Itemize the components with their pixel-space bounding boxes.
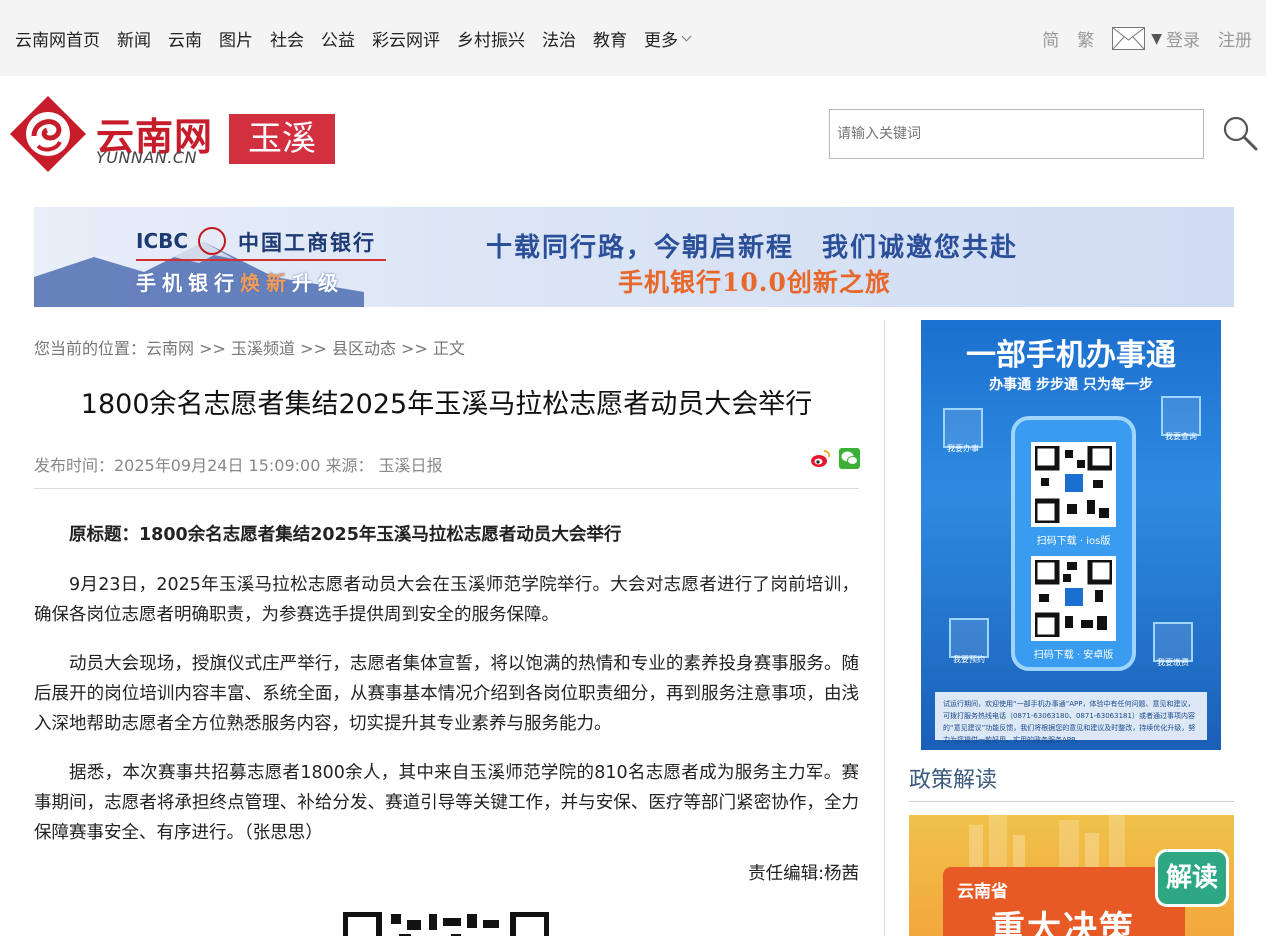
search-input[interactable] bbox=[829, 109, 1204, 159]
top-nav: 云南网首页 新闻 云南 图片 社会 公益 彩云网评 乡村振兴 法治 教育 更多 bbox=[15, 26, 707, 51]
ad-button-handle-affairs bbox=[943, 408, 983, 448]
policy-interpretation-banner[interactable]: 云南省 重大决策 解读 bbox=[909, 815, 1234, 936]
ad-button-query bbox=[1161, 396, 1201, 436]
site-logo[interactable]: 云南网 YUNNAN.CN 玉溪 bbox=[8, 94, 338, 176]
qr-code-icon bbox=[1031, 556, 1116, 641]
sidebar-app-ad[interactable]: 一部手机办事通 办事通 步步通 只为每一步 我要办事 我要查询 我要预约 我要缴… bbox=[921, 320, 1221, 750]
breadcrumb[interactable]: 您当前的位置：云南网 >> 玉溪频道 >> 县区动态 >> 正文 bbox=[34, 335, 465, 359]
upgrade-post: 升级 bbox=[292, 271, 344, 295]
responsible-editor: 责任编辑:杨茜 bbox=[748, 864, 859, 884]
meta-divider bbox=[34, 488, 859, 489]
policy-section-divider bbox=[909, 801, 1234, 802]
policy-province: 云南省 bbox=[957, 882, 1008, 902]
banner-upgrade-text: 手机银行焕新升级 bbox=[136, 267, 344, 296]
icbc-text: ICBC bbox=[136, 229, 189, 253]
article-paragraph: 据悉，本次赛事共招募志愿者1800余人，其中来自玉溪师范学院的810名志愿者成为… bbox=[34, 763, 859, 843]
article-paragraph: 动员大会现场，授旗仪式庄严举行，志愿者集体宣誓，将以饱满的热情和专业的素养投身赛… bbox=[34, 654, 859, 734]
chevron-down-icon bbox=[681, 31, 692, 42]
nav-item-more[interactable]: 更多 bbox=[644, 26, 692, 51]
nav-item-home[interactable]: 云南网首页 bbox=[15, 26, 100, 51]
register-link[interactable]: 注册 bbox=[1218, 26, 1252, 51]
upgrade-highlight: 焕新 bbox=[240, 271, 292, 295]
qr-code-icon bbox=[1031, 442, 1116, 527]
nav-item-rural[interactable]: 乡村振兴 bbox=[457, 26, 525, 51]
nav-item-law[interactable]: 法治 bbox=[542, 26, 576, 51]
top-right-tools: 简 繁 ▼ 登录 注册 bbox=[1024, 26, 1252, 51]
icbc-banner-ad[interactable]: ICBC 中国工商银行 手机银行焕新升级 十载同行路，今朝启新程 我们诚邀您共赴… bbox=[34, 207, 1234, 307]
article-body: 原标题：1800余名志愿者集结2025年玉溪马拉松志愿者动员大会举行 9月23日… bbox=[34, 520, 859, 867]
policy-headline: 重大决策 bbox=[991, 909, 1135, 936]
article-meta: 发布时间：2025年09月24日 15:09:00 来源： 玉溪日报 bbox=[34, 456, 443, 475]
nav-item-charity[interactable]: 公益 bbox=[321, 26, 355, 51]
nav-item-education[interactable]: 教育 bbox=[593, 26, 627, 51]
share-buttons bbox=[810, 448, 860, 469]
ad-title: 一部手机办事通 bbox=[966, 338, 1176, 373]
search-icon[interactable] bbox=[1222, 115, 1258, 151]
ad-footer-text: 试运行期间，欢迎使用“一部手机办事通”APP，体验中有任何问题、意见和建议，可拨… bbox=[943, 700, 1196, 744]
simplified-chinese-link[interactable]: 简 bbox=[1042, 26, 1059, 51]
banner-slogan: 十载同行路，今朝启新程 我们诚邀您共赴 bbox=[486, 233, 1019, 263]
nav-item-news[interactable]: 新闻 bbox=[117, 26, 151, 51]
ad-subtitle: 办事通 步步通 只为每一步 bbox=[989, 377, 1153, 393]
article-paragraph: 9月23日，2025年玉溪马拉松志愿者动员大会在玉溪师范学院举行。大会对志愿者进… bbox=[34, 575, 859, 625]
caret-down-icon[interactable]: ▼ bbox=[1151, 31, 1162, 47]
nav-more-label: 更多 bbox=[644, 31, 678, 51]
bank-name: 中国工商银行 bbox=[238, 231, 376, 255]
logo-en-text: YUNNAN.CN bbox=[96, 148, 198, 167]
ad-qr-caption: 扫码下载 · ios版 bbox=[1036, 536, 1111, 547]
upgrade-pre: 手机银行 bbox=[136, 271, 240, 295]
ad-button-label: 我要办事 bbox=[947, 444, 979, 453]
ad-qr-caption: 扫码下载 · 安卓版 bbox=[1033, 650, 1114, 661]
ad-button-payment bbox=[1153, 622, 1193, 662]
weibo-icon[interactable] bbox=[810, 448, 831, 469]
policy-tag: 解读 bbox=[1155, 849, 1229, 907]
nav-item-photos[interactable]: 图片 bbox=[219, 26, 253, 51]
banner-subslogan: 手机银行10.0创新之旅 bbox=[618, 268, 891, 297]
qr-code-icon bbox=[343, 912, 549, 936]
login-link[interactable]: 登录 bbox=[1166, 26, 1200, 51]
top-bar: 云南网首页 新闻 云南 图片 社会 公益 彩云网评 乡村振兴 法治 教育 更多 … bbox=[0, 0, 1266, 76]
icbc-logo-icon bbox=[198, 227, 226, 255]
yunnan-logo-icon bbox=[10, 96, 86, 172]
nav-item-commentary[interactable]: 彩云网评 bbox=[372, 26, 440, 51]
ad-button-label: 我要缴费 bbox=[1157, 658, 1189, 667]
policy-section-title[interactable]: 政策解读 bbox=[909, 762, 997, 794]
wechat-icon[interactable] bbox=[839, 448, 860, 469]
nav-item-society[interactable]: 社会 bbox=[270, 26, 304, 51]
article-title: 1800余名志愿者集结2025年玉溪马拉松志愿者动员大会举行 bbox=[80, 389, 813, 420]
ad-phone-graphic: 扫码下载 · ios版 扫码下载 · 安卓版 bbox=[1011, 416, 1136, 671]
ad-footer: 试运行期间，欢迎使用“一部手机办事通”APP，体验中有任何问题、意见和建议，可拨… bbox=[935, 692, 1207, 744]
ad-button-label: 我要预约 bbox=[953, 655, 985, 664]
article-lead: 原标题：1800余名志愿者集结2025年玉溪马拉松志愿者动员大会举行 bbox=[69, 525, 622, 545]
mail-icon[interactable] bbox=[1112, 27, 1146, 50]
ad-button-label: 我要查询 bbox=[1165, 432, 1197, 441]
traditional-chinese-link[interactable]: 繁 bbox=[1077, 26, 1094, 51]
banner-divider bbox=[136, 259, 386, 261]
nav-item-yunnan[interactable]: 云南 bbox=[168, 26, 202, 51]
sidebar-divider bbox=[884, 320, 885, 936]
ad-button-appointment bbox=[949, 618, 989, 658]
channel-tag: 玉溪 bbox=[229, 114, 335, 164]
